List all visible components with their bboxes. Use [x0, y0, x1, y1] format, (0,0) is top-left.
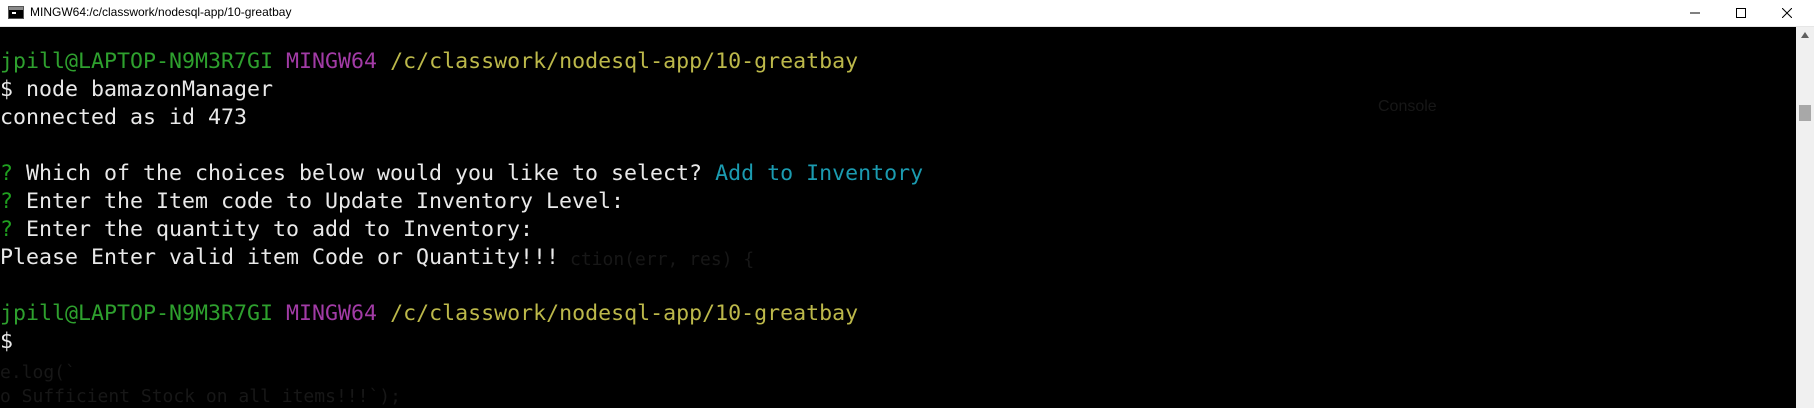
vertical-scrollbar[interactable] [1796, 27, 1814, 408]
prompt-path: /c/classwork/nodesql-app/10-greatbay [390, 301, 859, 326]
prompt-user-host: jpill@LAPTOP-N9M3R7GI [0, 301, 274, 326]
question-text: Which of the choices below would you lik… [26, 161, 703, 186]
scroll-up-button[interactable] [1796, 27, 1814, 44]
scroll-up-arrow-icon [1801, 32, 1809, 38]
connected-line: connected as id 473 [0, 105, 248, 130]
ghost-code-fragment: ction(err, res) { [570, 249, 755, 270]
close-button[interactable] [1764, 0, 1810, 26]
maximize-button[interactable] [1718, 0, 1764, 26]
ghost-console-tab: Console [1378, 98, 1437, 115]
question-mark: ? [0, 189, 14, 214]
error-line: Please Enter valid item Code or Quantity… [0, 245, 560, 270]
question-answer: Add to Inventory [715, 161, 924, 186]
question-text: Enter the quantity to add to Inventory: [26, 217, 534, 242]
question-line-2: ? Enter the Item code to Update Inventor… [0, 188, 624, 216]
prompt-path: /c/classwork/nodesql-app/10-greatbay [390, 49, 859, 74]
prompt-line-1: jpill@LAPTOP-N9M3R7GI MINGW64 /c/classwo… [0, 48, 858, 76]
question-mark: ? [0, 217, 14, 242]
scroll-thumb[interactable] [1799, 105, 1811, 121]
prompt-system: MINGW64 [286, 301, 378, 326]
question-mark: ? [0, 161, 14, 186]
question-line-3: ? Enter the quantity to add to Inventory… [0, 216, 533, 244]
prompt-user-host: jpill@LAPTOP-N9M3R7GI [0, 49, 274, 74]
question-line-1: ? Which of the choices below would you l… [0, 160, 923, 188]
cursor-line[interactable]: $ [0, 328, 13, 356]
close-icon [1782, 8, 1792, 18]
title-bar[interactable]: MINGW64:/c/classwork/nodesql-app/10-grea… [0, 0, 1814, 27]
command-line: $ node bamazonManager [0, 77, 274, 102]
terminal-output[interactable]: Console ction(err, res) { e.log(` o Suff… [0, 27, 1796, 408]
question-text: Enter the Item code to Update Inventory … [26, 189, 625, 214]
minimize-button[interactable] [1672, 0, 1718, 26]
prompt-line-2: jpill@LAPTOP-N9M3R7GI MINGW64 /c/classwo… [0, 300, 858, 328]
prompt-system: MINGW64 [286, 49, 378, 74]
minimize-icon [1690, 12, 1700, 14]
terminal-icon[interactable] [8, 6, 24, 19]
maximize-icon [1736, 8, 1746, 18]
terminal-window: MINGW64:/c/classwork/nodesql-app/10-grea… [0, 0, 1814, 408]
ghost-line-b: o Sufficient Stock on all items!!!`); [0, 386, 401, 407]
window-title: MINGW64:/c/classwork/nodesql-app/10-grea… [30, 5, 292, 19]
ghost-line-a: e.log(` [0, 362, 76, 383]
